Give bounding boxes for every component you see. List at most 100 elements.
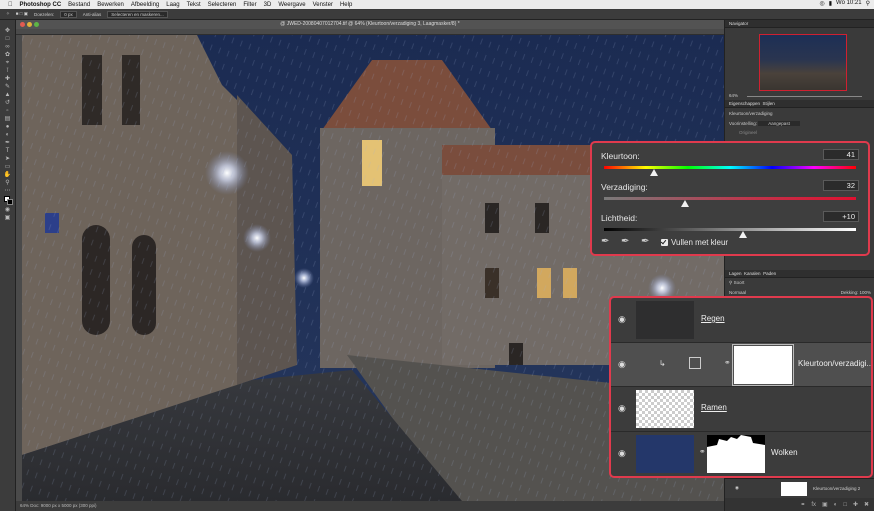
menu-afbeelding[interactable]: Afbeelding — [131, 2, 159, 8]
menu-bestand[interactable]: Bestand — [68, 2, 90, 8]
history-brush-icon[interactable]: ↺ — [4, 100, 12, 106]
app-name[interactable]: Photoshop CC — [20, 2, 62, 8]
tab-channels[interactable]: Kanalen — [744, 271, 761, 276]
background-color-icon[interactable] — [6, 199, 13, 205]
eyedropper-minus-icon[interactable]: ✒ — [641, 236, 653, 248]
lightness-slider-thumb[interactable] — [738, 231, 747, 238]
menu-weergave[interactable]: Weergave — [278, 2, 305, 8]
tab-styles[interactable]: Stijlen — [763, 101, 775, 106]
dodge-tool-icon[interactable]: ◐ — [4, 132, 12, 138]
hue-slider-track[interactable] — [604, 166, 856, 169]
screen-mode-icon[interactable]: ▣ — [4, 215, 12, 221]
stamp-tool-icon[interactable]: ▲ — [4, 92, 12, 98]
lasso-tool-icon[interactable]: ∞ — [4, 44, 12, 50]
adjustment-layer-icon[interactable] — [689, 356, 701, 369]
brush-tool-icon[interactable]: ✎ — [4, 84, 12, 90]
blend-mode-select[interactable]: Normaal — [729, 290, 746, 295]
menu-3d[interactable]: 3D — [264, 2, 272, 8]
link-layers-icon[interactable]: ⚭ — [800, 501, 805, 508]
navigator-header[interactable]: Navigator — [725, 20, 874, 28]
layer-thumbnail-wolken[interactable] — [636, 434, 694, 473]
layer-name[interactable]: Kleurtoon/verzadiging 2 — [813, 486, 860, 491]
menu-tekst[interactable]: Tekst — [187, 2, 201, 8]
layer-thumbnail-regen[interactable] — [636, 301, 694, 339]
channel-select[interactable]: Origineel — [725, 128, 874, 137]
new-layer-icon[interactable]: ✚ — [853, 501, 858, 508]
menu-filter[interactable]: Filter — [243, 2, 256, 8]
zoom-window-icon[interactable] — [34, 22, 39, 27]
move-tool-icon[interactable]: ✥ — [4, 28, 12, 34]
colorize-checkbox[interactable]: Vullen met kleur — [661, 238, 728, 247]
saturation-slider-track[interactable] — [604, 197, 856, 200]
chain-link-icon[interactable]: ⚭ — [724, 358, 731, 370]
tab-properties[interactable]: Eigenschappen — [729, 101, 760, 106]
layer-mask-thumbnail[interactable] — [732, 343, 794, 386]
layer-thumbnail-ramen[interactable] — [636, 390, 694, 428]
document-tab[interactable]: @ JWED-20080407012704.tif @ 64% (Kleurto… — [16, 20, 724, 29]
opacity-input[interactable]: 100% — [859, 290, 871, 295]
hue-slider-thumb[interactable] — [650, 169, 659, 176]
eraser-tool-icon[interactable]: ▫ — [4, 108, 12, 114]
battery-icon[interactable]: ▮ — [829, 0, 832, 7]
anti-alias-checkbox[interactable]: Anti-alias — [83, 12, 102, 17]
eye-icon[interactable]: ◉ — [618, 448, 629, 459]
selection-mode-icons[interactable]: ■ □ ▣ — [16, 11, 28, 17]
hand-tool-icon[interactable]: ✋ — [4, 172, 12, 178]
hue-input[interactable]: 41 — [823, 149, 859, 160]
layer-row-regen[interactable]: ◉ Regen — [611, 298, 871, 343]
more-tools-icon[interactable]: ⋯ — [4, 188, 12, 194]
healing-tool-icon[interactable]: ✚ — [4, 76, 12, 82]
crop-tool-icon[interactable]: ⌖ — [4, 60, 12, 66]
layer-name-regen[interactable]: Regen — [701, 314, 725, 323]
wifi-icon[interactable]: ◎ — [819, 0, 824, 7]
pen-tool-icon[interactable]: ✒ — [4, 140, 12, 146]
search-icon[interactable]: ⚲ — [866, 0, 870, 7]
menu-help[interactable]: Help — [340, 2, 352, 8]
fx-icon[interactable]: fx — [811, 502, 816, 508]
layer-row-bottom[interactable]: ◉ Kleurtoon/verzadiging 2 — [725, 478, 874, 498]
eye-icon[interactable]: ◉ — [618, 359, 629, 370]
adjustment-layer-icon[interactable]: ◐ — [834, 502, 838, 508]
menu-laag[interactable]: Laag — [166, 2, 179, 8]
shape-tool-icon[interactable]: ▭ — [4, 164, 12, 170]
navigator-thumbnail[interactable] — [759, 34, 847, 91]
menu-selecteren[interactable]: Selecteren — [208, 2, 237, 8]
path-select-tool-icon[interactable]: ➤ — [4, 156, 12, 162]
trash-icon[interactable]: ✖ — [864, 501, 869, 508]
type-tool-icon[interactable]: T — [4, 148, 12, 154]
preset-select[interactable]: Aangepast — [758, 121, 800, 126]
tab-paths[interactable]: Paden — [763, 271, 776, 276]
foreground-color-swatch[interactable] — [3, 196, 13, 205]
menu-bewerken[interactable]: Bewerken — [97, 2, 124, 8]
kind-select[interactable]: Soort — [734, 280, 745, 285]
layer-mask-thumbnail-wolken[interactable] — [707, 434, 765, 473]
zoom-tool-icon[interactable]: ⚲ — [4, 180, 12, 186]
navigator-zoom-slider[interactable] — [747, 96, 862, 97]
marquee-tool-icon[interactable]: □ — [4, 36, 12, 42]
tab-layers[interactable]: Lagen — [729, 271, 742, 276]
layer-name-kleurtoon[interactable]: Kleurtoon/verzadigi... — [798, 359, 871, 368]
eyedropper-icon[interactable]: ✒ — [601, 236, 613, 248]
gradient-tool-icon[interactable]: ▤ — [4, 116, 12, 122]
add-mask-icon[interactable]: ▣ — [822, 501, 828, 508]
saturation-slider-thumb[interactable] — [680, 200, 689, 207]
quick-select-tool-icon[interactable]: ✿ — [4, 52, 12, 58]
feather-input[interactable]: 0 px — [60, 10, 77, 18]
eye-icon[interactable]: ◉ — [735, 485, 739, 491]
apple-icon[interactable]:  — [8, 2, 13, 8]
saturation-input[interactable]: 32 — [823, 180, 859, 191]
minimize-window-icon[interactable] — [27, 22, 32, 27]
lasso-tool-icon[interactable]: ✧ — [6, 11, 10, 17]
layer-name-wolken[interactable]: Wolken — [771, 448, 798, 457]
navigator-zoom[interactable]: 64% — [729, 93, 738, 98]
group-icon[interactable]: □ — [843, 502, 847, 508]
layer-mask-thumbnail[interactable] — [781, 482, 807, 496]
layer-name-ramen[interactable]: Ramen — [701, 403, 727, 412]
blur-tool-icon[interactable]: ● — [4, 124, 12, 130]
eyedropper-tool-icon[interactable]: ⊺ — [4, 68, 12, 74]
lightness-input[interactable]: +10 — [823, 211, 859, 222]
eyedropper-plus-icon[interactable]: ✒ — [621, 236, 633, 248]
clock[interactable]: Wo 10:21 — [836, 0, 862, 7]
select-and-mask-button[interactable]: Selecteren en maskeren... — [107, 10, 168, 18]
menu-venster[interactable]: Venster — [313, 2, 333, 8]
